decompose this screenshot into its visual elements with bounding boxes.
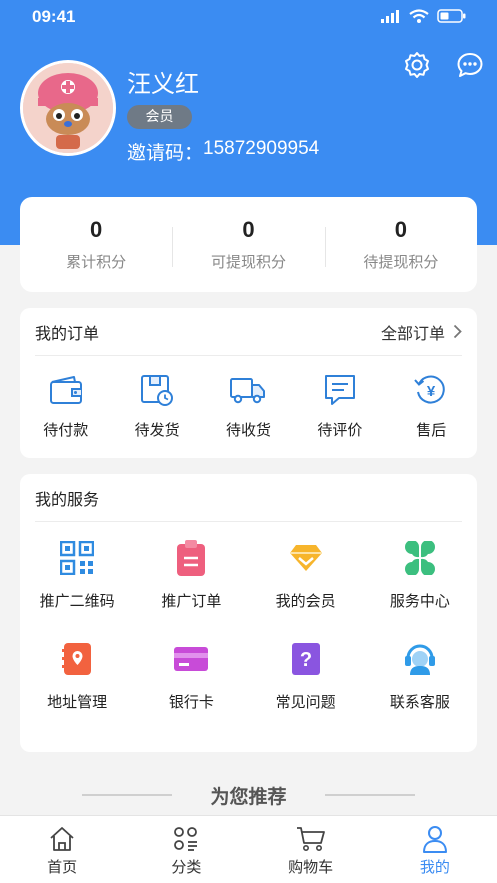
service-contact-support[interactable]: 联系客服 xyxy=(363,637,477,712)
truck-icon xyxy=(230,378,266,404)
member-badge: 会员 xyxy=(127,105,192,129)
orders-card: 我的订单 全部订单 待付款 待发货 待收货 待评价 ¥ 售后 xyxy=(20,308,477,458)
invite-code-row: 邀请码： 15872909954 xyxy=(127,138,319,165)
points-withdrawable-value: 0 xyxy=(242,217,255,242)
refund-icon: ¥ xyxy=(414,375,446,404)
points-withdrawable-label: 可提现积分 xyxy=(210,253,286,271)
all-orders-label: 全部订单 xyxy=(380,323,445,343)
order-pending-receipt-label: 待收货 xyxy=(225,421,271,439)
invite-code-label: 邀请码： xyxy=(127,142,204,164)
orders-title: 我的订单 xyxy=(35,323,100,343)
points-pending-label: 待提现积分 xyxy=(363,253,439,271)
comment-icon xyxy=(324,375,355,405)
service-promo-qrcode[interactable]: 推广二维码 xyxy=(20,536,134,611)
tab-mine[interactable]: 我的 xyxy=(373,816,497,883)
order-pending-review-label: 待评价 xyxy=(317,421,363,439)
service-bank-card[interactable]: 银行卡 xyxy=(134,637,248,712)
user-icon xyxy=(422,826,447,853)
all-orders-link[interactable]: 全部订单 xyxy=(381,320,462,344)
points-pending[interactable]: 0 待提现积分 xyxy=(324,217,477,272)
divider-right xyxy=(324,794,415,796)
tab-cart-label: 购物车 xyxy=(288,858,334,876)
service-contact-support-label: 联系客服 xyxy=(389,693,450,711)
question-icon: ? xyxy=(291,643,320,675)
service-promo-qrcode-label: 推广二维码 xyxy=(39,592,115,610)
service-address[interactable]: 地址管理 xyxy=(20,637,134,712)
chevron-right-icon xyxy=(453,324,462,339)
tab-home[interactable]: 首页 xyxy=(0,816,124,883)
wifi-icon xyxy=(409,9,429,23)
order-pending-payment-label: 待付款 xyxy=(43,421,89,439)
avatar[interactable] xyxy=(20,60,116,156)
tab-category[interactable]: 分类 xyxy=(124,816,248,883)
services-title: 我的服务 xyxy=(35,489,100,509)
status-bar: 09:41 xyxy=(0,0,497,36)
bottom-tab-bar: 首页 分类 购物车 我的 xyxy=(0,815,497,883)
order-after-sales[interactable]: ¥ 售后 xyxy=(386,370,477,440)
svg-text:¥: ¥ xyxy=(427,383,436,400)
messages-button[interactable] xyxy=(453,48,487,82)
home-icon xyxy=(50,827,74,851)
points-card: 0 累计积分 0 可提现积分 0 待提现积分 xyxy=(20,197,477,292)
gear-icon xyxy=(405,52,429,78)
clipboard-icon xyxy=(177,540,206,576)
location-book-icon xyxy=(62,643,92,675)
service-center-label: 服务中心 xyxy=(389,592,450,610)
order-status-row: 待付款 待发货 待收货 待评价 ¥ 售后 xyxy=(20,370,477,440)
user-name: 汪义红 xyxy=(127,70,199,98)
recommend-title: 为您推荐 xyxy=(210,785,287,808)
box-clock-icon xyxy=(141,375,174,406)
service-faq-label: 常见问题 xyxy=(275,693,336,711)
battery-icon xyxy=(437,9,466,23)
points-pending-value: 0 xyxy=(394,217,407,242)
order-pending-shipment-label: 待发货 xyxy=(134,421,180,439)
services-card: 我的服务 推广二维码 推广订单 我的会员 服务中心 地址管理 银行卡 ? 常见问… xyxy=(20,474,477,752)
recommend-section-title: 为您推荐 xyxy=(0,780,497,810)
chat-bubble-icon xyxy=(457,53,483,77)
service-faq[interactable]: ? 常见问题 xyxy=(249,637,363,712)
clover-icon xyxy=(404,541,435,575)
qrcode-icon xyxy=(60,541,95,575)
category-icon xyxy=(174,827,198,851)
bank-card-icon xyxy=(174,647,209,671)
service-address-label: 地址管理 xyxy=(47,693,108,711)
signal-icon xyxy=(381,10,399,23)
services-header: 我的服务 xyxy=(35,474,462,522)
service-promo-orders[interactable]: 推广订单 xyxy=(134,536,248,611)
orders-header: 我的订单 全部订单 xyxy=(35,308,462,356)
invite-code-value: 15872909954 xyxy=(203,138,320,159)
points-total[interactable]: 0 累计积分 xyxy=(20,217,172,272)
svg-text:?: ? xyxy=(300,649,312,671)
tab-category-label: 分类 xyxy=(171,858,202,876)
wallet-icon xyxy=(49,376,82,404)
order-pending-review[interactable]: 待评价 xyxy=(294,370,385,440)
points-total-label: 累计积分 xyxy=(66,253,127,271)
status-time: 09:41 xyxy=(32,7,76,26)
service-my-members-label: 我的会员 xyxy=(275,592,336,610)
service-center[interactable]: 服务中心 xyxy=(363,536,477,611)
tab-mine-label: 我的 xyxy=(419,858,450,876)
service-bank-card-label: 银行卡 xyxy=(168,693,214,711)
service-my-members[interactable]: 我的会员 xyxy=(249,536,363,611)
customer-service-icon xyxy=(404,644,435,675)
tab-cart[interactable]: 购物车 xyxy=(249,816,373,883)
order-pending-payment[interactable]: 待付款 xyxy=(20,370,111,440)
divider-left xyxy=(82,794,173,796)
services-grid: 推广二维码 推广订单 我的会员 服务中心 地址管理 银行卡 ? 常见问题 联系客… xyxy=(20,536,477,712)
settings-button[interactable] xyxy=(400,48,434,82)
avatar-image xyxy=(23,63,113,153)
order-pending-shipment[interactable]: 待发货 xyxy=(111,370,202,440)
service-promo-orders-label: 推广订单 xyxy=(161,592,222,610)
status-icons xyxy=(381,9,467,23)
points-total-value: 0 xyxy=(90,217,103,242)
order-pending-receipt[interactable]: 待收货 xyxy=(203,370,294,440)
diamond-icon xyxy=(289,545,322,571)
tab-home-label: 首页 xyxy=(47,858,78,876)
order-after-sales-label: 售后 xyxy=(416,421,447,439)
cart-icon xyxy=(296,827,325,851)
points-withdrawable[interactable]: 0 可提现积分 xyxy=(172,217,324,272)
